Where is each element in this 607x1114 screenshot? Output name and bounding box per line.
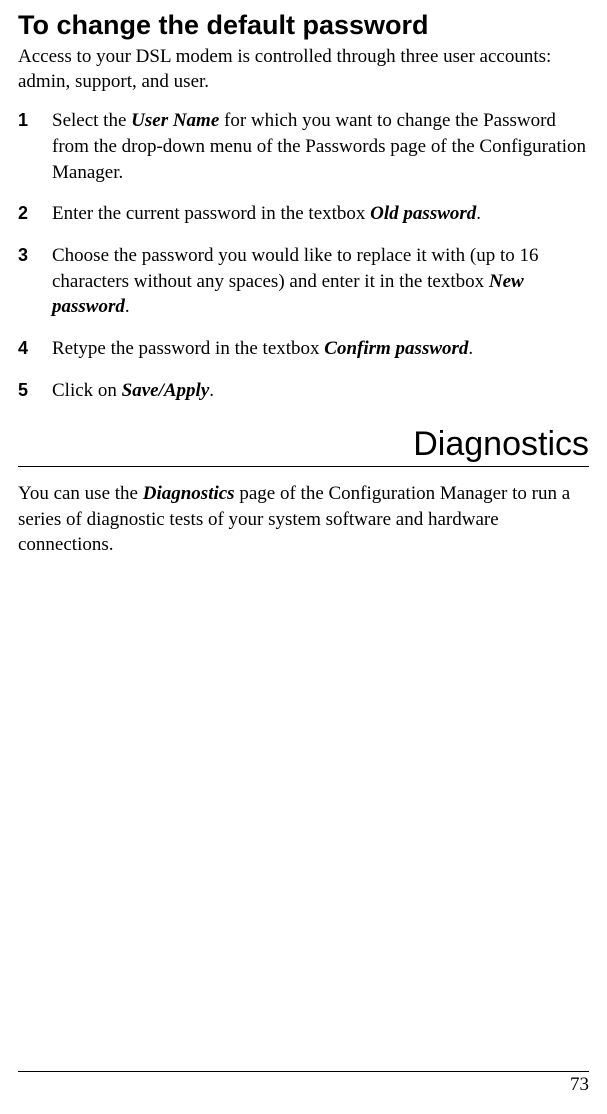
step-2: 2 Enter the current password in the text… [18,201,589,227]
step-body: Click on Save/Apply. [52,378,589,404]
step-text-pre: Select the [52,110,131,131]
step-body: Choose the password you would like to re… [52,243,589,320]
step-text-bold: Save/Apply [122,380,210,401]
intro-paragraph: Access to your DSL modem is controlled t… [18,45,589,94]
step-number: 2 [18,201,52,227]
page-number: 73 [570,1074,589,1095]
step-number: 3 [18,243,52,320]
step-4: 4 Retype the password in the textbox Con… [18,336,589,362]
step-number: 1 [18,108,52,185]
step-number: 4 [18,336,52,362]
step-text-bold: User Name [131,110,219,131]
step-body: Retype the password in the textbox Confi… [52,336,589,362]
step-text-pre: Click on [52,380,122,401]
section-text-pre: You can use the [18,483,143,504]
step-body: Select the User Name for which you want … [52,108,589,185]
step-text-post: . [125,296,130,317]
step-text-post: . [209,380,214,401]
step-text-pre: Enter the current password in the textbo… [52,203,370,224]
step-1: 1 Select the User Name for which you wan… [18,108,589,185]
step-text-bold: Confirm password [324,338,468,359]
page-footer: 73 [18,1071,589,1096]
heading-diagnostics: Diagnostics [18,425,589,467]
step-number: 5 [18,378,52,404]
heading-change-password: To change the default password [18,10,589,41]
step-text-post: . [476,203,481,224]
step-text-pre: Retype the password in the textbox [52,338,324,359]
diagnostics-paragraph: You can use the Diagnostics page of the … [18,481,589,558]
section-text-bold: Diagnostics [143,483,235,504]
step-list: 1 Select the User Name for which you wan… [18,108,589,403]
step-text-pre: Choose the password you would like to re… [52,245,539,292]
step-body: Enter the current password in the textbo… [52,201,589,227]
step-3: 3 Choose the password you would like to … [18,243,589,320]
step-text-bold: Old password [370,203,476,224]
step-text-post: . [468,338,473,359]
step-5: 5 Click on Save/Apply. [18,378,589,404]
